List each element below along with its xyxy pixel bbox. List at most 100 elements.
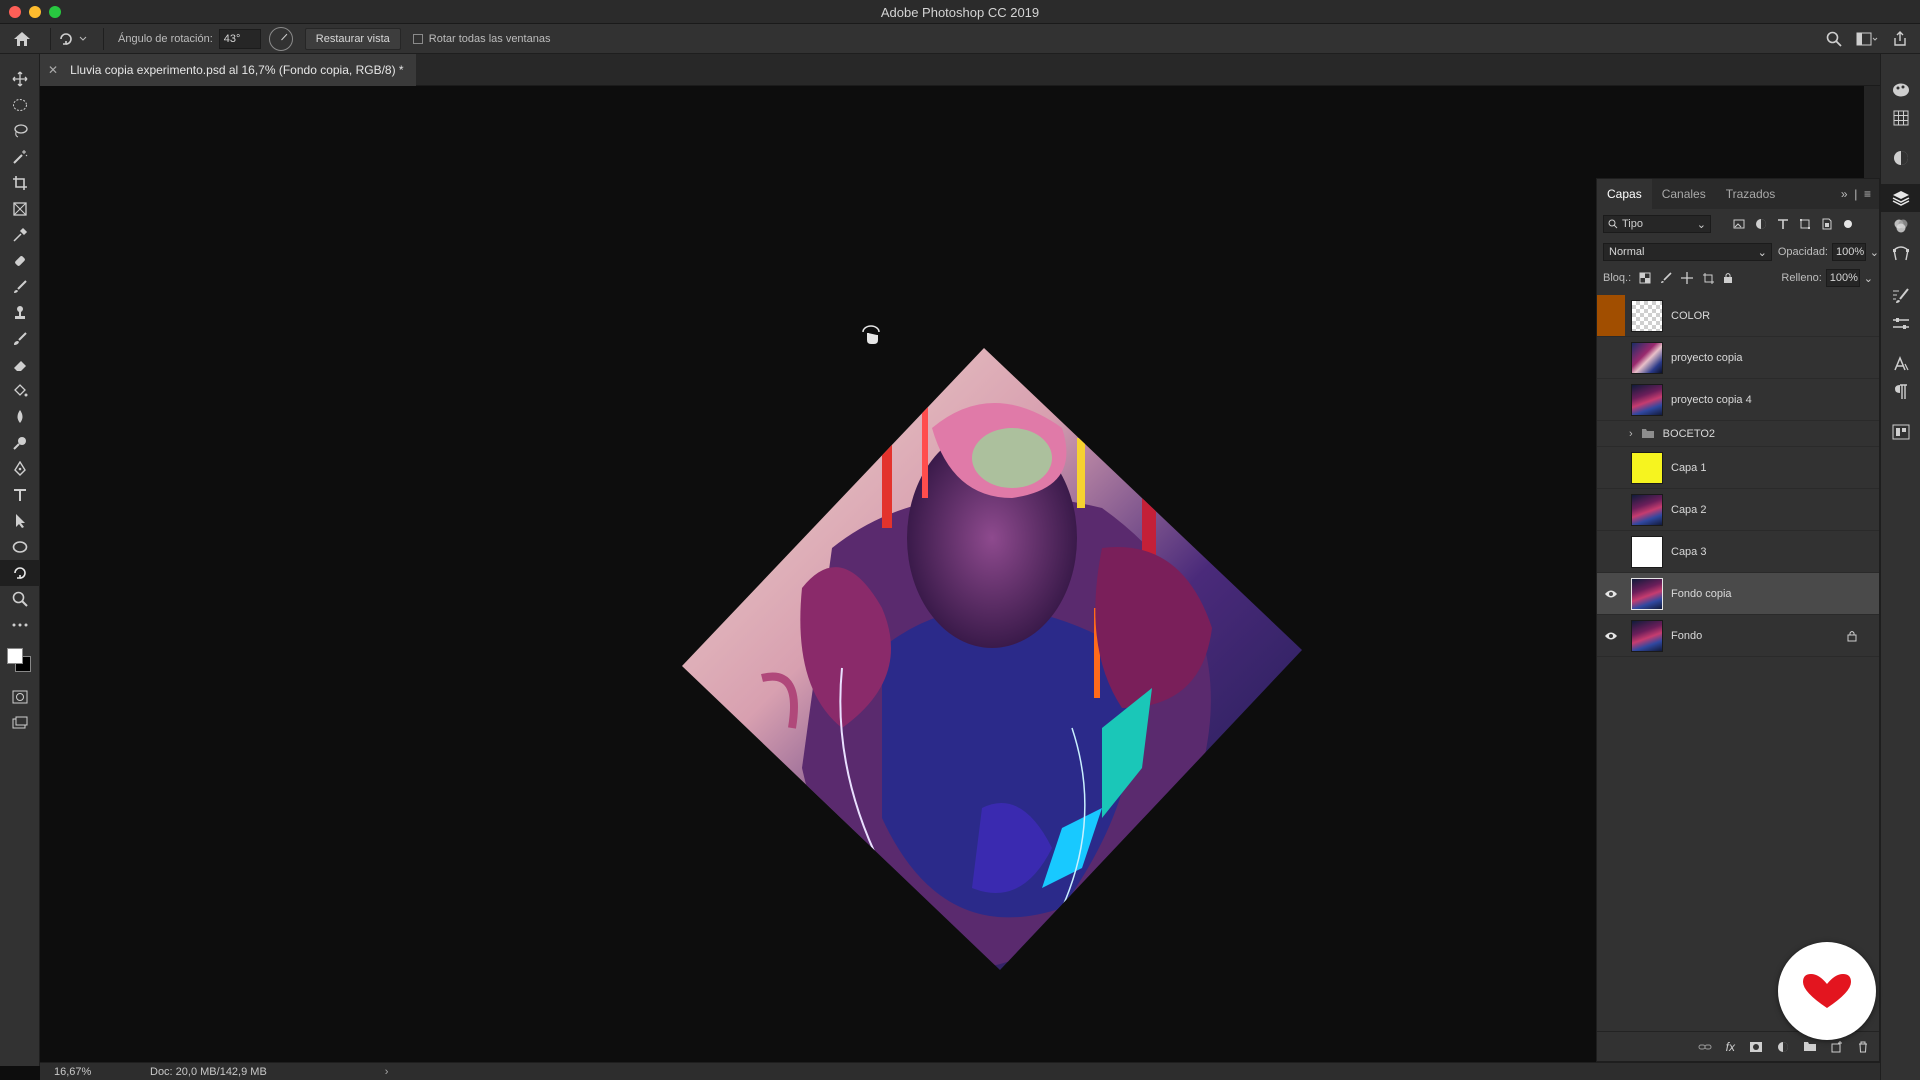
adjustments-panel-button[interactable]	[1881, 144, 1920, 172]
chevron-down-icon[interactable]: ⌄	[1870, 246, 1879, 259]
filter-toggle-icon[interactable]	[1843, 219, 1853, 229]
new-layer-icon[interactable]	[1831, 1040, 1843, 1053]
swatches-panel-button[interactable]	[1881, 104, 1920, 132]
properties-panel-button[interactable]	[1881, 310, 1920, 338]
home-button[interactable]	[0, 24, 44, 54]
channels-panel-button[interactable]	[1881, 212, 1920, 240]
fx-icon[interactable]: fx	[1726, 1040, 1735, 1054]
fill-input[interactable]: 100%	[1825, 269, 1860, 287]
visibility-toggle[interactable]	[1597, 421, 1625, 446]
rotate-view-tool[interactable]	[0, 560, 40, 586]
ellipse-tool[interactable]	[0, 534, 40, 560]
crop-tool[interactable]	[0, 170, 40, 196]
new-adjustment-layer-icon[interactable]	[1777, 1041, 1789, 1053]
move-tool[interactable]	[0, 66, 40, 92]
workspace-icon[interactable]	[1856, 31, 1878, 47]
magic-wand-tool[interactable]	[0, 144, 40, 170]
layer-row-capa-1[interactable]: Capa 1	[1597, 447, 1879, 489]
zoom-tool[interactable]	[0, 586, 40, 612]
healing-brush-tool[interactable]	[0, 248, 40, 274]
delete-layer-icon[interactable]	[1857, 1041, 1869, 1053]
brush-icon	[14, 280, 27, 293]
eraser-icon	[14, 361, 26, 371]
rotation-angle-input[interactable]	[218, 28, 261, 49]
lock-transparent-pixels-icon[interactable]	[1639, 272, 1651, 284]
visibility-toggle[interactable]	[1597, 573, 1625, 614]
visibility-toggle[interactable]	[1597, 379, 1625, 420]
visibility-toggle[interactable]	[1597, 295, 1625, 336]
libraries-panel-button[interactable]	[1881, 418, 1920, 446]
paint-bucket-tool[interactable]	[0, 378, 40, 404]
document-tab[interactable]: ✕ Lluvia copia experimento.psd al 16,7% …	[40, 54, 416, 86]
color-panel-button[interactable]	[1881, 76, 1920, 104]
lock-position-icon[interactable]	[1681, 272, 1694, 284]
close-tab-icon[interactable]: ✕	[48, 63, 58, 77]
opacity-label: Opacidad:	[1777, 246, 1828, 258]
blur-tool[interactable]	[0, 404, 40, 430]
search-icon[interactable]	[1826, 31, 1842, 47]
visibility-toggle[interactable]	[1597, 489, 1625, 530]
layer-row-capa-2[interactable]: Capa 2	[1597, 489, 1879, 531]
rotate-all-windows-checkbox[interactable]	[412, 33, 423, 44]
visibility-toggle[interactable]	[1597, 337, 1625, 378]
clone-stamp-tool[interactable]	[0, 300, 40, 326]
adjustment-layer-filter-icon[interactable]	[1755, 218, 1767, 230]
tab-capas[interactable]: Capas	[1597, 179, 1652, 209]
history-brush-tool[interactable]	[0, 326, 40, 352]
marquee-tool[interactable]	[0, 92, 40, 118]
type-layer-filter-icon[interactable]	[1777, 218, 1789, 230]
smart-object-filter-icon[interactable]	[1821, 218, 1833, 230]
eraser-tool[interactable]	[0, 352, 40, 378]
paragraph-panel-button[interactable]	[1881, 378, 1920, 406]
layer-row-fondo[interactable]: Fondo	[1597, 615, 1879, 657]
layers-panel-button[interactable]	[1881, 184, 1920, 212]
color-swatches[interactable]	[0, 638, 40, 684]
visibility-toggle[interactable]	[1597, 531, 1625, 572]
link-layers-icon[interactable]	[1698, 1042, 1712, 1052]
blend-mode-select[interactable]: Normal ⌄	[1603, 243, 1772, 261]
tab-trazados[interactable]: Trazados	[1716, 179, 1786, 209]
zoom-level[interactable]: 16,67%	[40, 1066, 100, 1078]
layer-group-boceto2[interactable]: › BOCETO2	[1597, 421, 1879, 447]
layer-mask-icon[interactable]	[1749, 1041, 1763, 1053]
lock-all-icon[interactable]	[1723, 272, 1733, 284]
chevron-right-icon[interactable]: ›	[1629, 428, 1633, 440]
layer-row-color[interactable]: COLOR	[1597, 295, 1879, 337]
pixel-layer-filter-icon[interactable]	[1733, 218, 1745, 230]
paths-panel-button[interactable]	[1881, 240, 1920, 268]
layer-row-fondo-copia[interactable]: Fondo copia	[1597, 573, 1879, 615]
path-selection-tool[interactable]	[0, 508, 40, 534]
lock-artboard-icon[interactable]	[1702, 272, 1715, 284]
visibility-toggle[interactable]	[1597, 615, 1625, 656]
brush-tool[interactable]	[0, 274, 40, 300]
opacity-input[interactable]: 100%	[1832, 243, 1866, 261]
share-icon[interactable]	[1892, 31, 1908, 47]
chevron-down-icon[interactable]: ⌄	[1864, 272, 1873, 285]
foreground-color-swatch[interactable]	[7, 648, 23, 664]
rotation-dial[interactable]	[268, 26, 293, 51]
eyedropper-tool[interactable]	[0, 222, 40, 248]
new-group-icon[interactable]	[1803, 1041, 1817, 1052]
screen-mode-button[interactable]	[0, 710, 40, 736]
quick-mask-button[interactable]	[0, 684, 40, 710]
tool-preset-picker[interactable]	[57, 30, 97, 48]
tab-canales[interactable]: Canales	[1652, 179, 1716, 209]
type-tool[interactable]	[0, 482, 40, 508]
layer-row-proyecto-copia-4[interactable]: proyecto copia 4	[1597, 379, 1879, 421]
more-tools-button[interactable]	[0, 612, 40, 638]
layer-row-capa-3[interactable]: Capa 3	[1597, 531, 1879, 573]
restore-view-button[interactable]: Restaurar vista	[304, 27, 401, 50]
frame-tool[interactable]	[0, 196, 40, 222]
panel-menu-icon[interactable]: » | ≡	[1841, 187, 1871, 201]
brush-settings-panel-button[interactable]	[1881, 282, 1920, 310]
shape-layer-filter-icon[interactable]	[1799, 218, 1811, 230]
character-panel-button[interactable]	[1881, 350, 1920, 378]
layer-filter-select[interactable]: Tipo ⌄	[1603, 215, 1711, 233]
pen-tool[interactable]	[0, 456, 40, 482]
visibility-toggle[interactable]	[1597, 447, 1625, 488]
lock-image-pixels-icon[interactable]	[1660, 272, 1672, 284]
dodge-tool[interactable]	[0, 430, 40, 456]
lasso-tool[interactable]	[0, 118, 40, 144]
status-menu-arrow-icon[interactable]: ›	[385, 1066, 389, 1078]
layer-row-proyecto-copia[interactable]: proyecto copia	[1597, 337, 1879, 379]
